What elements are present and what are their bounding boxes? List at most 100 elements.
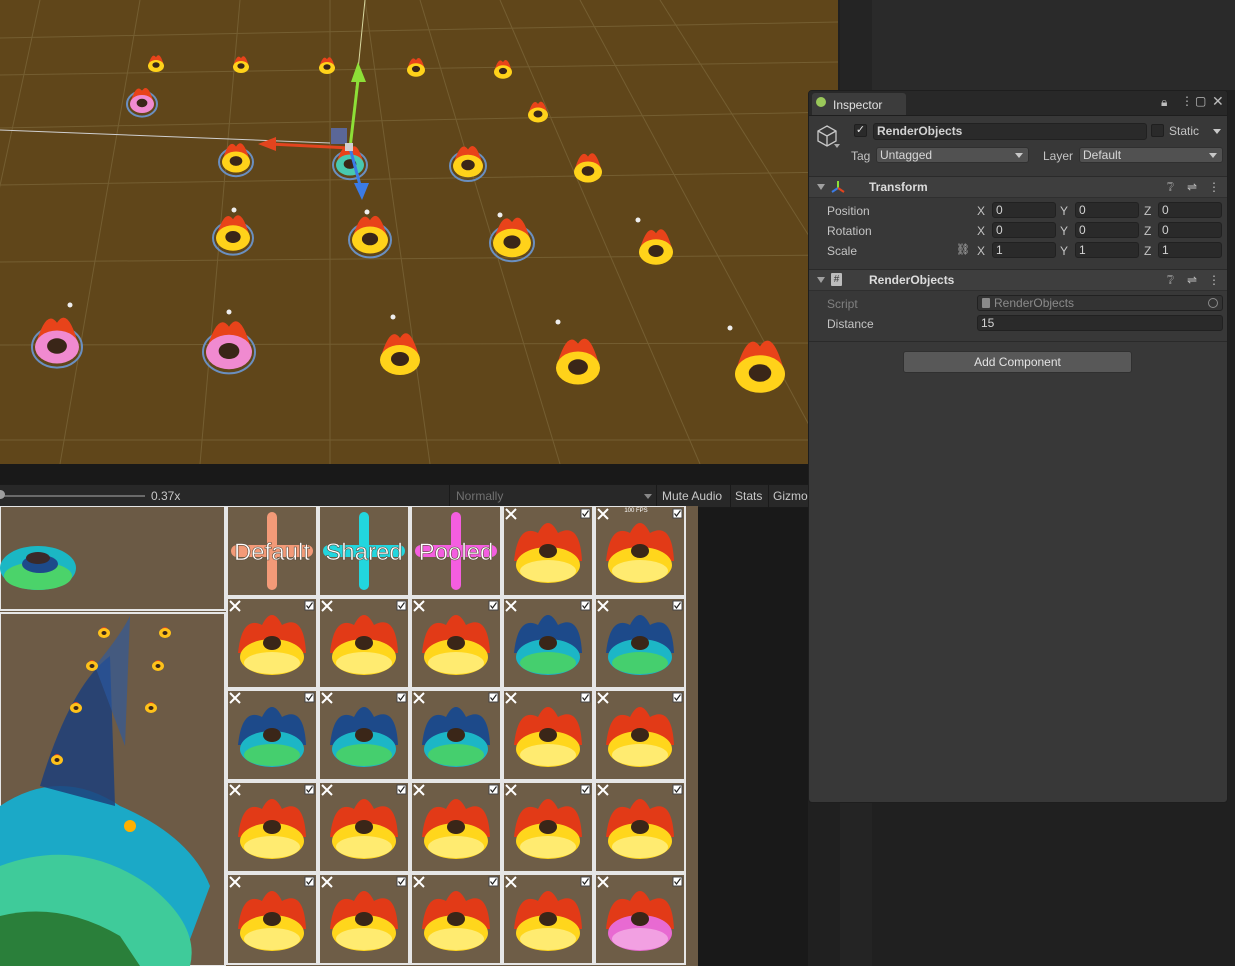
scene-canvas[interactable] (0, 0, 838, 464)
instance-cell (226, 781, 318, 873)
distance-field[interactable]: 15 (977, 315, 1223, 331)
icon-dropdown-caret[interactable] (834, 144, 840, 148)
camera-marker (497, 212, 503, 218)
preset-icon[interactable]: ⇌ (1187, 180, 1197, 194)
static-dropdown-caret[interactable] (1213, 129, 1221, 134)
instance-cell (502, 781, 594, 873)
axis-y-label: Y (1060, 204, 1069, 218)
checkbox[interactable] (396, 600, 407, 611)
help-icon[interactable]: ❔︎ (1167, 180, 1174, 195)
more-vertical-icon[interactable]: ⋮ (1181, 94, 1193, 108)
active-checkbox[interactable]: ✓ (854, 124, 867, 137)
instance-cell (410, 689, 502, 781)
scale-z-field[interactable]: 1 (1158, 242, 1222, 258)
constrain-proportions-icon[interactable]: ⛓ (956, 243, 970, 256)
checkbox[interactable] (672, 784, 683, 795)
checkbox[interactable] (580, 600, 591, 611)
foldout-arrow-icon[interactable] (817, 184, 825, 190)
checkbox[interactable] (672, 508, 683, 519)
lock-icon[interactable]: 🔒︎ (1161, 95, 1167, 110)
layer-dropdown[interactable]: Default (1079, 147, 1223, 163)
instance-cell (410, 781, 502, 873)
scale-x-field[interactable]: 1 (992, 242, 1056, 258)
preview-teal-fire (0, 546, 76, 590)
renderobjects-header[interactable]: # RenderObjects ❔︎ ⇌ ⋮ (809, 269, 1227, 291)
static-checkbox[interactable] (1151, 124, 1164, 137)
renderobjects-fields: Script RenderObjects Distance 15 (809, 292, 1227, 342)
stats-button[interactable]: Stats (730, 485, 769, 507)
object-picker-icon[interactable] (1208, 298, 1218, 308)
add-component-button[interactable]: Add Component (903, 351, 1132, 373)
maximize-icon[interactable]: ▢ (1195, 94, 1206, 108)
object-header: ✓ RenderObjects Static Tag Untagged Laye… (809, 117, 1227, 185)
help-icon[interactable]: ❔︎ (1167, 273, 1174, 288)
position-y-field[interactable]: 0 (1075, 202, 1139, 218)
inspector-tab[interactable]: Inspector (812, 93, 906, 115)
checkbox[interactable] (488, 692, 499, 703)
gizmo-plane-handle[interactable] (331, 128, 347, 144)
preset-icon[interactable]: ⇌ (1187, 273, 1197, 287)
axis-z-label: Z (1144, 204, 1152, 218)
script-icon: # (831, 273, 842, 286)
position-z-field[interactable]: 0 (1158, 202, 1222, 218)
scale-y-field[interactable]: 1 (1075, 242, 1139, 258)
checkbox[interactable] (580, 784, 591, 795)
checkbox[interactable] (304, 876, 315, 887)
more-vertical-icon[interactable]: ⋮ (1208, 273, 1220, 287)
camera-marker (635, 217, 641, 223)
checkbox[interactable] (488, 784, 499, 795)
checkbox[interactable] (580, 692, 591, 703)
axis-x-label: X (977, 224, 986, 238)
camera-marker (555, 319, 561, 325)
camera-marker (390, 314, 396, 320)
instance-cell (318, 873, 410, 965)
checkbox[interactable] (304, 600, 315, 611)
instance-cell (594, 781, 686, 873)
instance-cell (502, 873, 594, 965)
checkbox[interactable] (304, 692, 315, 703)
gizmos-button[interactable]: Gizmo (768, 485, 809, 507)
checkbox[interactable] (396, 692, 407, 703)
tag-dropdown[interactable]: Untagged (876, 147, 1029, 163)
instance-cell (502, 597, 594, 689)
transform-header[interactable]: Transform ❔︎ ⇌ ⋮ (809, 176, 1227, 198)
rotation-x-field[interactable]: 0 (992, 222, 1056, 238)
checkbox[interactable] (488, 600, 499, 611)
checkbox[interactable] (672, 876, 683, 887)
checkbox[interactable] (580, 508, 591, 519)
checkbox[interactable] (304, 784, 315, 795)
checkbox[interactable] (672, 600, 683, 611)
gizmo-center-handle[interactable] (345, 143, 353, 151)
label-pooled: Pooled (419, 539, 494, 566)
script-value: RenderObjects (994, 296, 1075, 310)
scale-slider-thumb[interactable] (0, 490, 5, 499)
rotation-y-field[interactable]: 0 (1075, 222, 1139, 238)
stats-label: Stats (735, 489, 763, 503)
rotation-z-field[interactable]: 0 (1158, 222, 1222, 238)
checkbox[interactable] (580, 876, 591, 887)
scale-slider[interactable] (0, 495, 145, 497)
tag-label: Tag (851, 149, 871, 163)
vsync-dropdown[interactable]: Normally (449, 485, 657, 507)
more-vertical-icon[interactable]: ⋮ (1208, 180, 1220, 194)
game-view-toolbar: 0.37x Normally Mute Audio Stats Gizmo (0, 484, 808, 508)
game-view[interactable]: 100 FPS Default Shared Pooled (0, 506, 698, 966)
instance-grid (226, 506, 686, 965)
transform-title: Transform (869, 180, 928, 194)
instance-cell (502, 689, 594, 781)
checkbox[interactable] (488, 876, 499, 887)
instance-cell (502, 506, 594, 597)
checkbox[interactable] (396, 876, 407, 887)
divider (809, 341, 1227, 342)
checkbox[interactable] (672, 692, 683, 703)
instance-cell (226, 873, 318, 965)
foldout-arrow-icon[interactable] (817, 277, 825, 283)
script-field: RenderObjects (977, 295, 1223, 311)
position-x-field[interactable]: 0 (992, 202, 1056, 218)
close-icon[interactable]: ✕ (1212, 93, 1224, 110)
object-name-field[interactable]: RenderObjects (873, 123, 1147, 140)
instance-cell (410, 597, 502, 689)
scene-view[interactable] (0, 0, 838, 464)
mute-audio-button[interactable]: Mute Audio (656, 485, 731, 507)
checkbox[interactable] (396, 784, 407, 795)
